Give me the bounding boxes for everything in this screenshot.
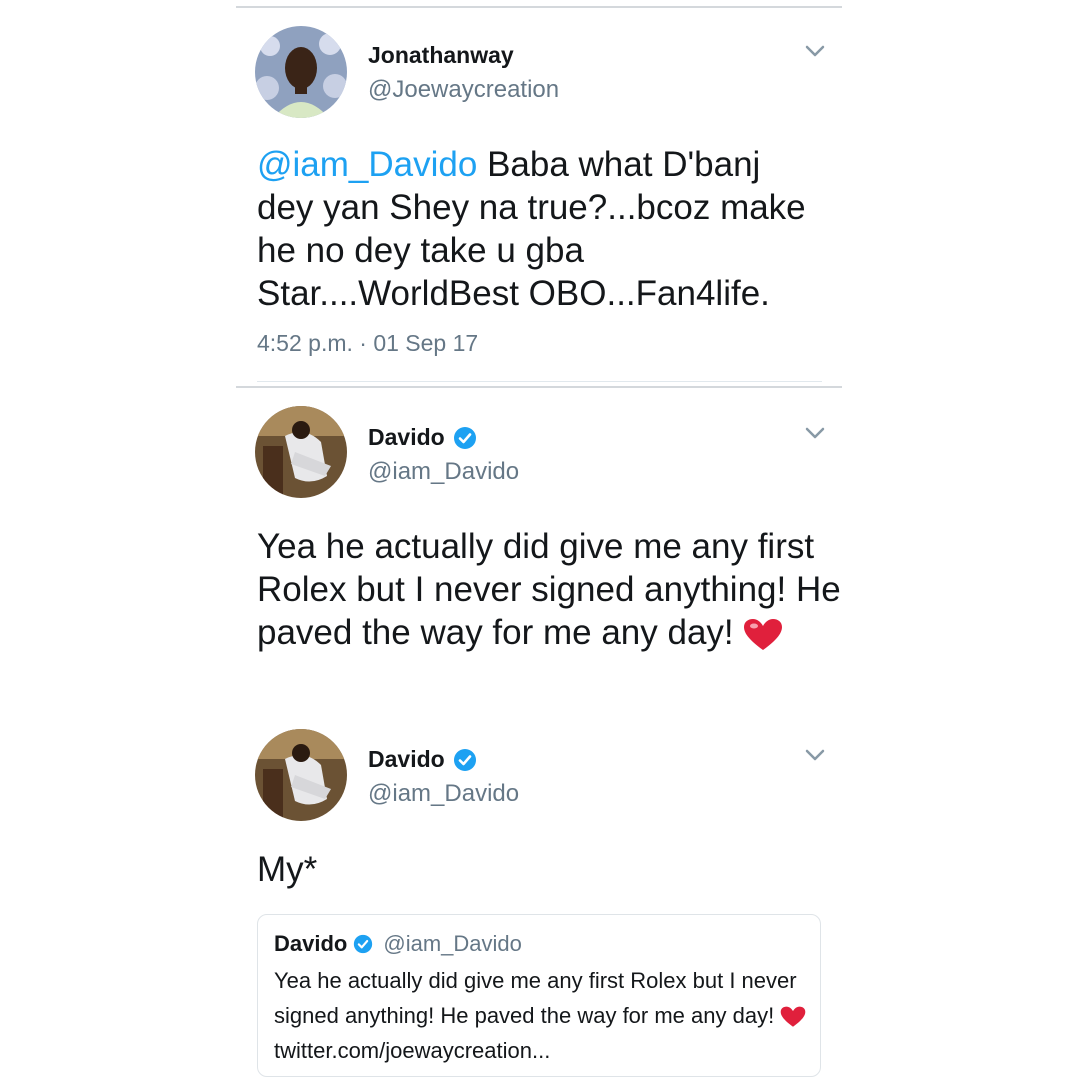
chevron-down-icon[interactable] [802, 42, 828, 60]
quoted-link[interactable]: twitter.com/joewaycreation... [274, 1038, 550, 1063]
verified-badge-icon [453, 426, 476, 449]
divider [236, 386, 842, 388]
chevron-down-icon[interactable] [802, 746, 828, 764]
display-name[interactable]: Jonathanway [368, 42, 514, 69]
heart-icon [781, 1006, 806, 1027]
quoted-tweet-text: Yea he actually did give me any first Ro… [274, 968, 797, 1028]
verified-badge-icon [453, 748, 476, 771]
quoted-tweet[interactable]: Davido @iam_Davido Yea he actually did g… [257, 914, 821, 1077]
mention-link[interactable]: @iam_Davido [257, 145, 477, 184]
divider [257, 381, 822, 382]
quoted-tweet-header: Davido @iam_Davido [274, 931, 522, 957]
timestamp[interactable]: 4:52 p.m. · 01 Sep 17 [257, 330, 478, 357]
chevron-down-icon[interactable] [802, 424, 828, 442]
display-name[interactable]: Davido [368, 746, 477, 773]
avatar[interactable] [255, 729, 347, 821]
display-name[interactable]: Davido [368, 424, 477, 451]
verified-badge-icon [354, 934, 373, 954]
user-handle[interactable]: @Joewaycreation [368, 76, 559, 104]
tweet-text: My* [257, 850, 318, 889]
avatar[interactable] [255, 26, 347, 118]
heart-icon [744, 618, 783, 650]
quoted-display-name: Davido [274, 931, 348, 956]
tweet-body: @iam_Davido Baba what D'banj dey yan She… [257, 143, 817, 315]
user-handle[interactable]: @iam_Davido [368, 780, 519, 808]
quoted-user-handle: @iam_Davido [383, 931, 522, 956]
avatar[interactable] [255, 406, 347, 498]
tweet-body: Yea he actually did give me any first Ro… [257, 525, 842, 654]
quoted-tweet-body: Yea he actually did give me any first Ro… [274, 963, 814, 1068]
user-handle[interactable]: @iam_Davido [368, 458, 519, 486]
divider [236, 6, 842, 8]
